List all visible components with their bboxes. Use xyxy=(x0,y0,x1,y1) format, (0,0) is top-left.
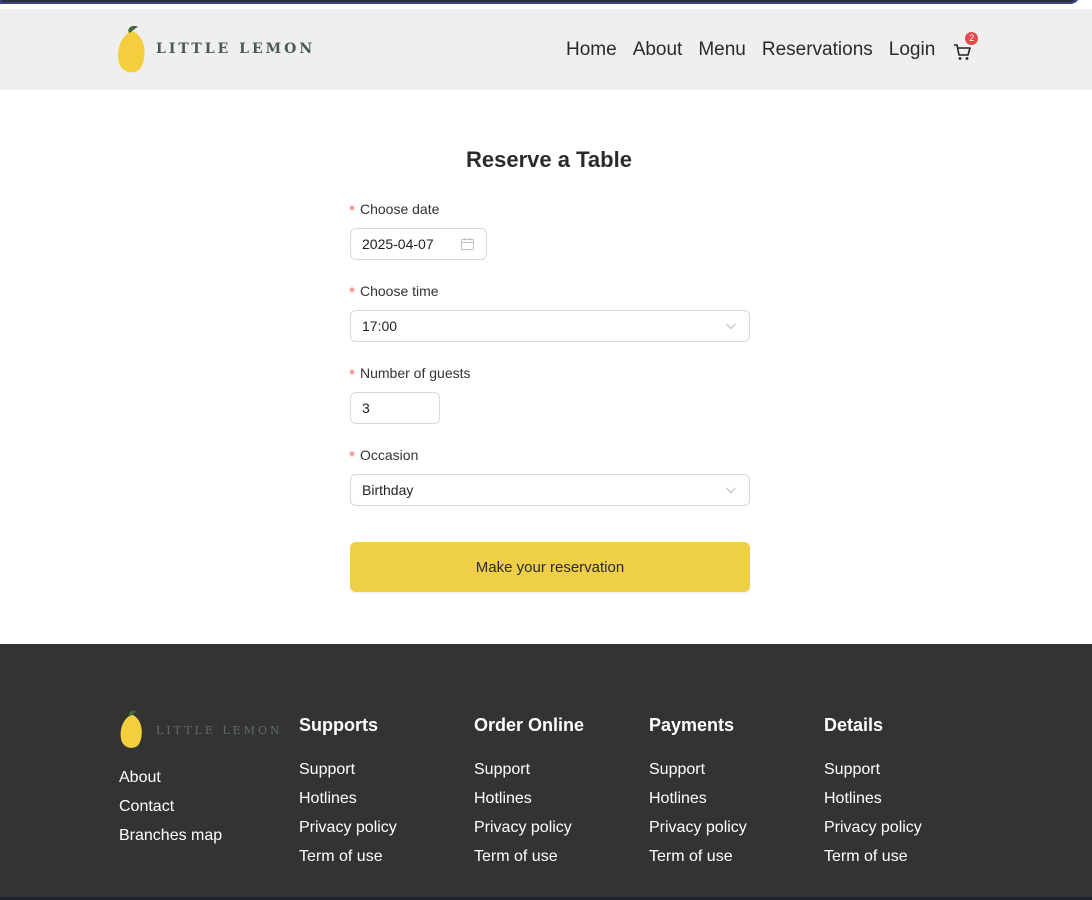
footer-link[interactable]: Privacy policy xyxy=(824,813,922,842)
browser-frame-edge xyxy=(0,0,1080,4)
date-label-text: Choose date xyxy=(360,201,440,217)
footer-link-contact[interactable]: Contact xyxy=(119,792,222,821)
footer-link[interactable]: Support xyxy=(299,755,397,784)
date-value: 2025-04-07 xyxy=(362,236,434,252)
footer-column-payments: Payments Support Hotlines Privacy policy… xyxy=(649,713,747,871)
calendar-icon xyxy=(461,238,474,250)
nav-reservations[interactable]: Reservations xyxy=(762,37,873,63)
footer-link[interactable]: Privacy policy xyxy=(649,813,747,842)
nav-about[interactable]: About xyxy=(633,37,683,63)
nav-home[interactable]: Home xyxy=(566,37,617,63)
footer-column-details: Details Support Hotlines Privacy policy … xyxy=(824,713,922,871)
guests-label: * Number of guests xyxy=(349,365,471,381)
guests-label-text: Number of guests xyxy=(360,365,471,381)
footer-column-title: Order Online xyxy=(474,715,585,735)
occasion-label-text: Occasion xyxy=(360,447,419,463)
reservation-section: Reserve a Table * Choose date 2025-04-07 … xyxy=(0,90,1092,644)
date-picker[interactable]: 2025-04-07 xyxy=(350,228,487,260)
occasion-select[interactable]: Birthday xyxy=(350,474,750,506)
footer-link[interactable]: Hotlines xyxy=(824,784,922,813)
footer-column-title: Details xyxy=(824,715,884,735)
main-nav: Home About Menu Reservations Login 2 xyxy=(558,32,979,63)
chevron-down-icon xyxy=(726,487,736,494)
required-mark: * xyxy=(349,367,355,381)
cart-count-badge: 2 xyxy=(965,32,979,45)
footer-column-title: Payments xyxy=(649,715,735,735)
footer-link[interactable]: Hotlines xyxy=(649,784,747,813)
cart-button[interactable]: 2 xyxy=(953,32,979,61)
required-mark: * xyxy=(349,449,355,463)
footer-link[interactable]: Term of use xyxy=(299,842,397,871)
lemon-icon xyxy=(120,710,142,748)
time-select[interactable]: 17:00 xyxy=(350,310,750,342)
footer-logo[interactable]: LITTLE LEMON xyxy=(118,710,283,750)
footer-link[interactable]: Support xyxy=(474,755,584,784)
guests-input[interactable]: 3 xyxy=(350,392,440,424)
footer-link[interactable]: Hotlines xyxy=(474,784,584,813)
footer-column-supports: Supports Support Hotlines Privacy policy… xyxy=(299,713,397,871)
footer-logo-text: LITTLE LEMON xyxy=(156,723,283,737)
nav-login[interactable]: Login xyxy=(889,37,936,63)
footer-link[interactable]: Support xyxy=(649,755,747,784)
cart-icon xyxy=(954,44,972,60)
footer-column-order-online: Order Online Support Hotlines Privacy po… xyxy=(474,713,584,871)
footer-column-title: Supports xyxy=(299,715,378,735)
make-reservation-button[interactable]: Make your reservation xyxy=(350,542,750,592)
time-label-text: Choose time xyxy=(360,283,439,299)
required-mark: * xyxy=(349,285,355,299)
footer-links: About Contact Branches map xyxy=(119,763,222,850)
footer-link[interactable]: Term of use xyxy=(649,842,747,871)
chevron-down-icon xyxy=(726,323,736,330)
footer-link[interactable]: Hotlines xyxy=(299,784,397,813)
footer-link[interactable]: Support xyxy=(824,755,922,784)
guests-value: 3 xyxy=(362,400,370,416)
required-mark: * xyxy=(349,203,355,217)
time-value: 17:00 xyxy=(362,318,398,334)
page-title: Reserve a Table xyxy=(466,147,632,172)
footer-link[interactable]: Privacy policy xyxy=(474,813,584,842)
window-top-strip xyxy=(0,0,1092,9)
footer-link-branches-map[interactable]: Branches map xyxy=(119,821,222,850)
footer-link[interactable]: Term of use xyxy=(824,842,922,871)
date-label: * Choose date xyxy=(349,201,439,217)
time-label: * Choose time xyxy=(349,283,439,299)
site-header: LITTLE LEMON Home About Menu Reservation… xyxy=(0,9,1092,90)
footer-link[interactable]: Term of use xyxy=(474,842,584,871)
site-footer: LITTLE LEMON About Contact Branches map … xyxy=(0,644,1092,897)
logo-text: LITTLE LEMON xyxy=(156,41,316,57)
occasion-value: Birthday xyxy=(362,482,414,498)
footer-link[interactable]: Privacy policy xyxy=(299,813,397,842)
nav-menu[interactable]: Menu xyxy=(698,37,746,63)
occasion-label: * Occasion xyxy=(349,447,418,463)
logo[interactable]: LITTLE LEMON xyxy=(116,25,315,73)
footer-link-about[interactable]: About xyxy=(119,763,222,792)
lemon-icon xyxy=(116,25,146,73)
